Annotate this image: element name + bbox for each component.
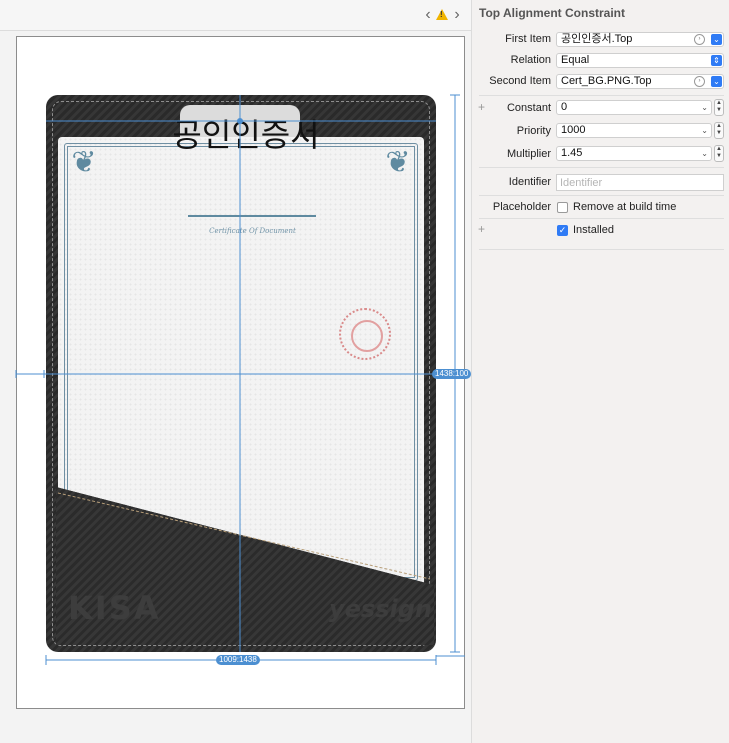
- constant-stepper[interactable]: ▲ ▼: [714, 99, 724, 116]
- constant-field[interactable]: 0 ⌄: [556, 100, 712, 115]
- storyboard-canvas[interactable]: ‹ › ❦ ❦ Certificate Of Document KISA yes…: [0, 0, 472, 743]
- updown-chevron-icon[interactable]: ⇕: [711, 55, 722, 66]
- divider: [479, 167, 724, 168]
- priority-label: Priority: [516, 125, 551, 137]
- width-constraint-label[interactable]: 1009:1438: [216, 655, 260, 665]
- multiplier-field[interactable]: 1.45 ⌄: [556, 146, 712, 161]
- divider: [479, 218, 724, 219]
- placeholder-label: Placeholder: [492, 201, 551, 213]
- plus-icon[interactable]: +: [478, 100, 485, 114]
- first-item-value: 공인인증서.Top: [561, 33, 633, 45]
- second-item-popup[interactable]: Cert_BG.PNG.Top › ⌄: [556, 74, 724, 89]
- first-item-popup[interactable]: 공인인증서.Top › ⌄: [556, 32, 724, 47]
- chevron-down-icon[interactable]: ⌄: [701, 124, 708, 137]
- height-constraint-label[interactable]: 1438:100: [432, 369, 472, 379]
- go-to-arrow-icon[interactable]: ›: [694, 76, 705, 87]
- inspector-title: Top Alignment Constraint: [479, 6, 625, 20]
- identifier-label: Identifier: [508, 176, 551, 188]
- plus-icon[interactable]: +: [478, 222, 485, 236]
- priority-value: 1000: [561, 124, 586, 136]
- remove-at-build-time-checkbox[interactable]: [557, 202, 568, 213]
- constant-label: Constant: [506, 102, 551, 114]
- second-item-value: Cert_BG.PNG.Top: [561, 75, 652, 87]
- chevron-down-icon[interactable]: ⌄: [701, 147, 708, 160]
- priority-field[interactable]: 1000 ⌄: [556, 123, 712, 138]
- priority-stepper[interactable]: ▲ ▼: [714, 122, 724, 139]
- relation-label: Relation: [510, 54, 551, 66]
- go-to-arrow-icon[interactable]: ›: [694, 34, 705, 45]
- multiplier-stepper[interactable]: ▲ ▼: [714, 145, 724, 162]
- multiplier-value: 1.45: [561, 147, 583, 159]
- installed-checkbox[interactable]: ✓: [557, 225, 568, 236]
- divider: [479, 95, 724, 96]
- chevron-down-icon[interactable]: ⌄: [701, 101, 708, 114]
- constraint-inspector: Top Alignment Constraint First Item 공인인증…: [471, 0, 729, 743]
- divider: [479, 249, 724, 250]
- chevron-down-icon[interactable]: ⌄: [711, 34, 722, 45]
- first-item-label: First Item: [505, 33, 551, 45]
- relation-value: Equal: [561, 54, 590, 66]
- installed-label: Installed: [573, 224, 614, 236]
- relation-popup[interactable]: Equal ⇕: [556, 53, 724, 68]
- identifier-field[interactable]: [556, 174, 724, 191]
- divider: [479, 195, 724, 196]
- constant-value: 0: [561, 101, 568, 113]
- second-item-label: Second Item: [489, 75, 551, 87]
- chevron-down-icon[interactable]: ⌄: [711, 76, 722, 87]
- multiplier-label: Multiplier: [506, 148, 551, 160]
- remove-at-build-time-label: Remove at build time: [573, 201, 677, 213]
